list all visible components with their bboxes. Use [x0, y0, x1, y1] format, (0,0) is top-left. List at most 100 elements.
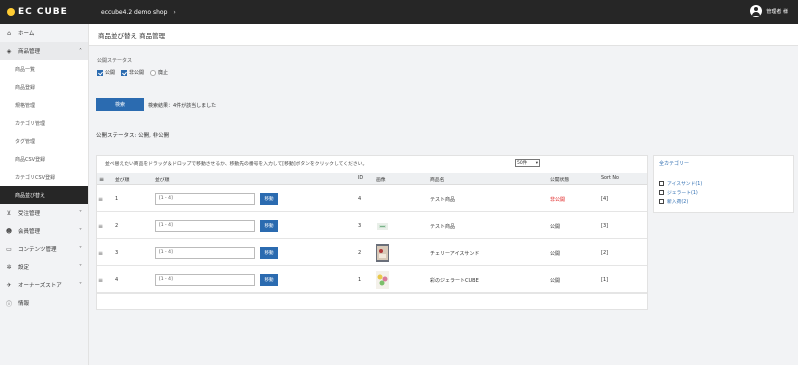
- category-panel-title[interactable]: 全カテゴリー: [659, 160, 689, 167]
- row-id: 3: [358, 223, 362, 229]
- chevron-down-icon: ˅: [79, 245, 82, 253]
- table-divider: [97, 293, 647, 294]
- move-button[interactable]: 移動: [260, 247, 278, 259]
- header-status: 公開状態: [550, 178, 570, 183]
- row-status: 公開: [550, 224, 561, 230]
- cart-icon: ⊻: [6, 209, 12, 217]
- table-row[interactable]: ≡ 1 [1 - 4] 移動 4 テスト商品 非公開 [4]: [97, 186, 647, 212]
- row-rank: 2: [115, 223, 119, 229]
- row-id: 4: [358, 196, 362, 202]
- sidebar-item-info[interactable]: ⓘ 情報: [0, 294, 88, 312]
- drag-handle-icon[interactable]: ≡: [98, 223, 103, 230]
- logo-mark-icon: [7, 8, 15, 16]
- rank-input[interactable]: [1 - 4]: [155, 274, 255, 286]
- sidebar-item-owners-store[interactable]: ✈ オーナーズストア ˅: [0, 276, 88, 294]
- row-sort-no: [4]: [601, 196, 609, 202]
- row-product-name: テスト商品: [430, 197, 456, 203]
- checkbox-label: 公開: [105, 70, 116, 76]
- sidebar-item-label: ホーム: [18, 31, 35, 37]
- category-label: ジェラート(1): [667, 191, 698, 196]
- sidebar-item-customers[interactable]: ☻ 会員管理 ˅: [0, 222, 88, 240]
- product-thumbnail: [376, 217, 389, 235]
- category-item[interactable]: ジェラート(1): [659, 189, 698, 196]
- checkbox-icon: [659, 181, 664, 186]
- shop-name[interactable]: eccube4.2 demo shop: [101, 9, 167, 16]
- drag-handle-icon: ≡: [99, 176, 105, 183]
- sort-table-panel: 並べ替えたい商品をドラッグ＆ドロップで移動させるか、移動先の番号を入力して[移動…: [96, 155, 648, 310]
- table-row[interactable]: ≡ 3 [1 - 4] 移動 2 チェリーアイスサンド 公開 [2]: [97, 240, 647, 266]
- sidebar-item-label: 受注管理: [18, 211, 41, 217]
- sidebar-item-label: 商品管理: [18, 49, 41, 55]
- logo[interactable]: EC CUBE: [7, 7, 87, 17]
- per-page-select[interactable]: 50件 ▾: [515, 159, 540, 167]
- row-rank: 1: [115, 196, 119, 202]
- checkbox-label: 廃止: [158, 70, 169, 76]
- sidebar-sub-item-product-register[interactable]: 商品登録: [0, 78, 88, 96]
- sidebar-item-label: オーナーズストア: [18, 283, 62, 289]
- checkbox-public[interactable]: 公開: [97, 69, 115, 76]
- header-image: 画像: [376, 178, 386, 183]
- header-product-name: 商品名: [430, 178, 445, 183]
- monitor-icon: ▭: [6, 245, 12, 253]
- checkbox-private[interactable]: 非公開: [121, 69, 144, 76]
- row-product-name: テスト商品: [430, 224, 456, 230]
- row-id: 2: [358, 250, 362, 256]
- gear-icon: ✲: [6, 263, 12, 271]
- chevron-down-icon: ˅: [79, 209, 82, 217]
- users-icon: ☻: [5, 227, 13, 235]
- checkbox-icon: [659, 190, 664, 195]
- category-item[interactable]: 新入荷(2): [659, 198, 688, 205]
- move-button[interactable]: 移動: [260, 220, 278, 232]
- row-sort-no: [1]: [601, 277, 609, 283]
- status-summary: 公開ステータス: 公開, 非公開: [96, 133, 170, 139]
- sidebar-item-content[interactable]: ▭ コンテンツ管理 ˅: [0, 240, 88, 258]
- checkbox-discontinued[interactable]: 廃止: [150, 69, 168, 76]
- info-icon: ⓘ: [5, 300, 12, 308]
- home-icon: ⌂: [7, 29, 11, 37]
- sidebar-sub-item-product-csv[interactable]: 商品CSV登録: [0, 150, 88, 168]
- sidebar-sub-item-product-list[interactable]: 商品一覧: [0, 60, 88, 78]
- row-id: 1: [358, 277, 362, 283]
- checkbox-unchecked-icon: [150, 69, 157, 76]
- sidebar-sub-item-category[interactable]: カテゴリ管理: [0, 114, 88, 132]
- rank-input[interactable]: [1 - 4]: [155, 247, 255, 259]
- category-item[interactable]: アイスサンド(1): [659, 180, 702, 187]
- per-page-value: 50件: [517, 161, 528, 166]
- sidebar-sub-item-class[interactable]: 規格管理: [0, 96, 88, 114]
- search-button[interactable]: 検索: [96, 98, 144, 111]
- sidebar-sub-item-tag[interactable]: タグ管理: [0, 132, 88, 150]
- header-id: ID: [358, 176, 364, 181]
- row-status: 公開: [550, 278, 561, 284]
- user-menu[interactable]: 管理者 様: [750, 5, 788, 17]
- sidebar-item-label: 情報: [18, 301, 30, 307]
- status-checkboxes: 公開 非公開 廃止: [97, 69, 168, 76]
- drag-handle-icon[interactable]: ≡: [98, 277, 103, 284]
- drag-handle-icon[interactable]: ≡: [98, 196, 103, 203]
- rank-input[interactable]: [1 - 4]: [155, 193, 255, 205]
- filter-label: 公開ステータス: [97, 58, 133, 64]
- table-row[interactable]: ≡ 2 [1 - 4] 移動 3 テスト商品 公開 [3]: [97, 213, 647, 239]
- table-row[interactable]: ≡ 4 [1 - 4] 移動 1 彩のジェラートCUBE 公開 [1]: [97, 267, 647, 293]
- instruction-note: 並べ替えたい商品をドラッグ＆ドロップで移動させるか、移動先の番号を入力して[移動…: [105, 162, 368, 167]
- chevron-down-icon: ˅: [79, 281, 82, 289]
- sidebar-sub-item-sort[interactable]: 商品並び替え: [0, 186, 88, 204]
- move-button[interactable]: 移動: [260, 274, 278, 286]
- tag-icon: ◈: [6, 47, 12, 55]
- sidebar-item-settings[interactable]: ✲ 設定 ˅: [0, 258, 88, 276]
- sidebar-item-home[interactable]: ⌂ ホーム: [0, 24, 88, 42]
- sidebar-item-products[interactable]: ◈ 商品管理 ˄: [0, 42, 88, 60]
- checkbox-checked-icon: [121, 69, 128, 76]
- chevron-up-icon: ˄: [79, 47, 82, 55]
- drag-handle-icon[interactable]: ≡: [98, 250, 103, 257]
- rank-input[interactable]: [1 - 4]: [155, 220, 255, 232]
- sidebar-item-orders[interactable]: ⊻ 受注管理 ˅: [0, 204, 88, 222]
- category-panel: 全カテゴリー アイスサンド(1) ジェラート(1) 新入荷(2): [653, 155, 794, 213]
- move-button[interactable]: 移動: [260, 193, 278, 205]
- user-avatar-icon: [750, 5, 763, 17]
- row-status: 非公開: [550, 197, 566, 203]
- checkbox-checked-icon: [97, 69, 103, 76]
- sidebar-sub-item-category-csv[interactable]: カテゴリCSV登録: [0, 168, 88, 186]
- chevron-down-icon: ▾: [535, 160, 538, 166]
- header-sort-no: Sort No: [601, 176, 619, 181]
- logo-text: EC CUBE: [18, 7, 68, 17]
